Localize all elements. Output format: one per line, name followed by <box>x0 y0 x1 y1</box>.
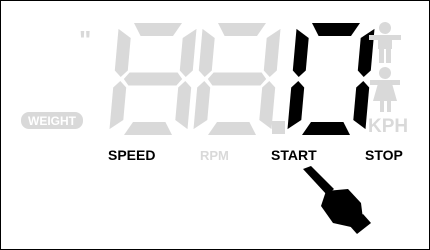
person-female-icon <box>370 67 400 112</box>
digit-3-segment-c <box>353 81 370 130</box>
seven-segment-digits <box>109 23 375 135</box>
speed-label: SPEED <box>108 147 155 163</box>
weight-badge: WEIGHT <box>21 112 83 129</box>
digit-2-segment-e <box>193 81 211 130</box>
pointing-hand-icon <box>303 166 371 234</box>
lcd-display-panel: " WEIGHT KPH SPEED RPM START STOP <box>0 0 430 250</box>
person-male-icon <box>369 22 401 63</box>
digit-3-segment-d <box>302 122 350 135</box>
digit-2-segment-a <box>218 23 266 36</box>
digit-2-segment-d <box>208 122 256 135</box>
weight-badge-label: WEIGHT <box>28 114 77 128</box>
digit-1-segment-e <box>109 81 127 130</box>
digit-2-segment-f <box>198 28 215 77</box>
digit-2 <box>193 23 281 135</box>
digit-1-segment-f <box>114 28 131 77</box>
digit-3-segment-e <box>287 81 305 130</box>
quote-mark: " <box>79 25 91 55</box>
lcd-scene: " WEIGHT KPH SPEED RPM START STOP <box>21 22 408 234</box>
digit-3-segment-a <box>312 23 360 36</box>
digit-1-segment-b <box>179 28 197 77</box>
digit-1-segment-g <box>123 72 183 86</box>
digit-3 <box>287 23 375 135</box>
rpm-label: RPM <box>200 148 229 163</box>
digit-3-segment-f <box>292 28 309 77</box>
digit-1-segment-d <box>124 122 172 135</box>
start-label: START <box>271 147 317 163</box>
decimal-point <box>272 121 285 134</box>
digit-1-segment-c <box>175 81 192 130</box>
digit-1 <box>109 23 197 135</box>
digit-2-segment-b <box>263 28 281 77</box>
digit-2-segment-g <box>207 72 267 86</box>
stop-label: STOP <box>365 147 403 163</box>
digit-1-segment-a <box>134 23 182 36</box>
unit-label: KPH <box>368 116 408 137</box>
